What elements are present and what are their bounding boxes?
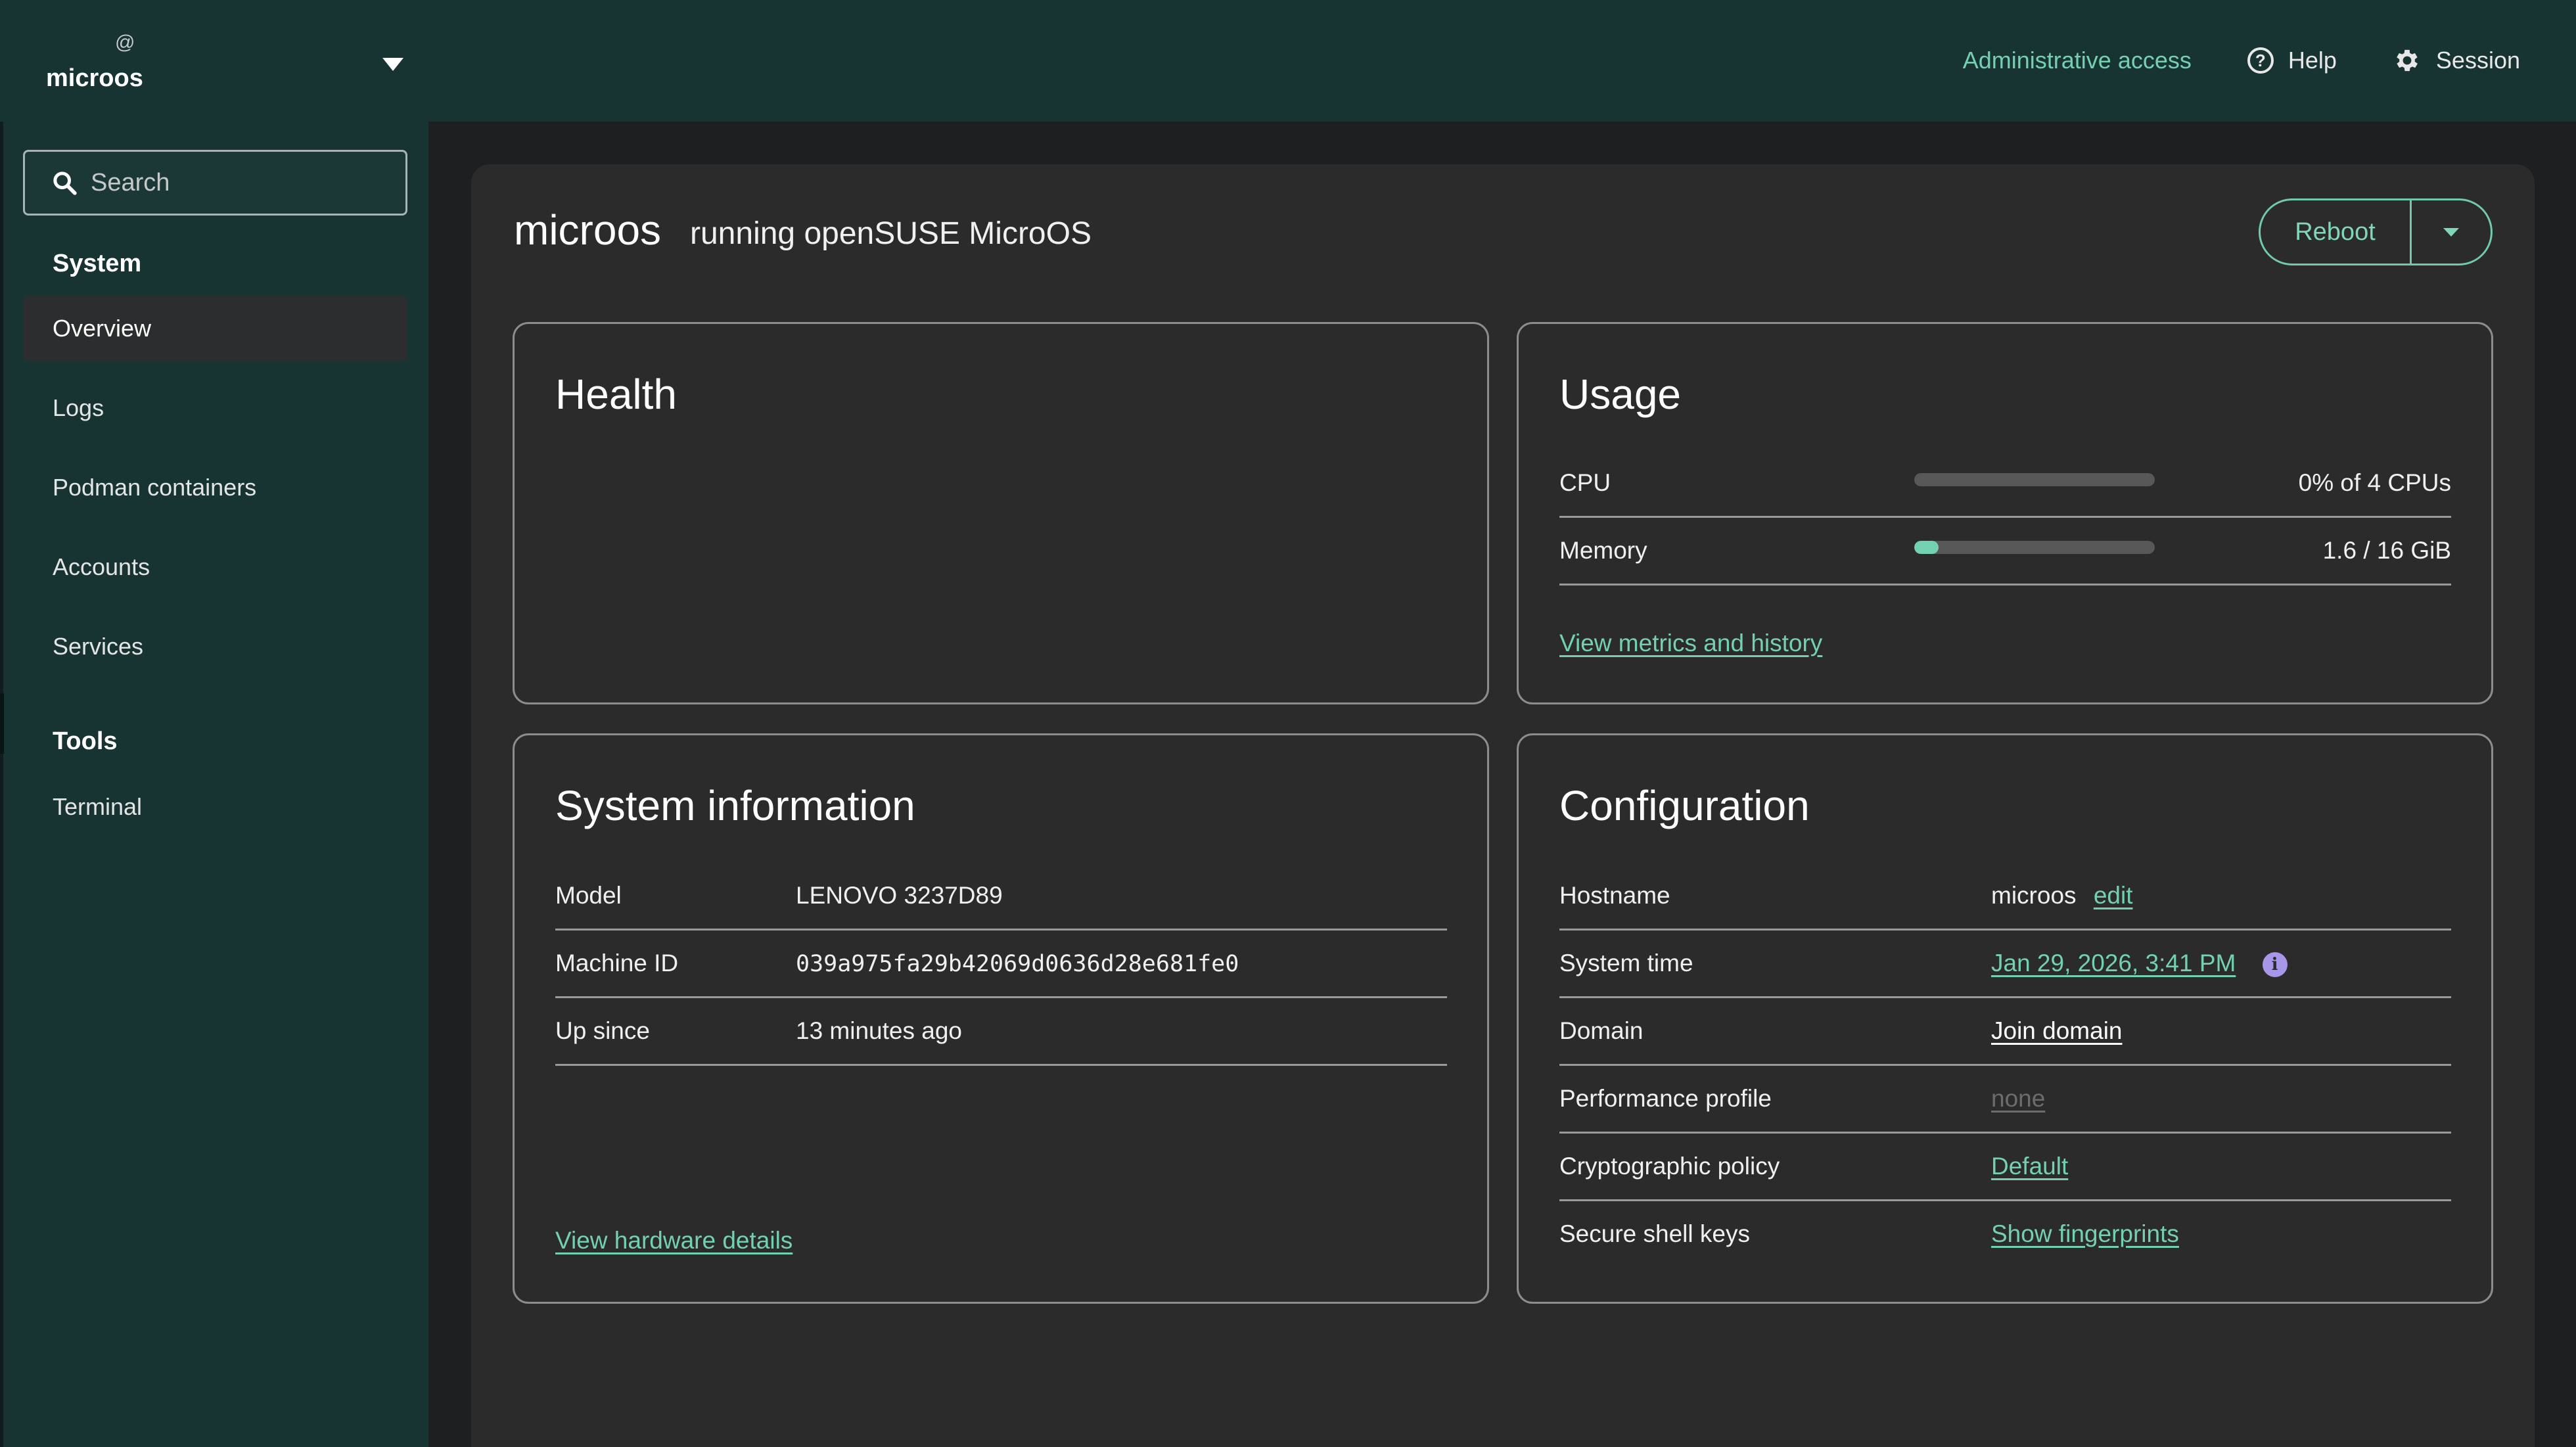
hostname-label: Hostname bbox=[1559, 882, 1670, 909]
chevron-down-icon bbox=[382, 58, 403, 71]
sidebar: System Overview Logs Podman containers A… bbox=[0, 122, 428, 1447]
sidebar-item-terminal[interactable]: Terminal bbox=[23, 774, 407, 840]
configuration-card: Configuration Hostname microos edit Syst… bbox=[1517, 733, 2493, 1304]
caret-down-icon bbox=[2443, 227, 2459, 237]
usage-card: Usage CPU 0% of 4 CPUs Memory 1.6 / 16 G… bbox=[1517, 322, 2493, 704]
sidebar-item-podman-containers[interactable]: Podman containers bbox=[23, 455, 407, 520]
secure-shell-keys-label: Secure shell keys bbox=[1559, 1220, 1750, 1247]
page-title: microos bbox=[514, 206, 662, 254]
cryptographic-policy-label: Cryptographic policy bbox=[1559, 1153, 1780, 1180]
memory-progress-fill bbox=[1914, 541, 1939, 554]
search-box[interactable] bbox=[23, 150, 407, 216]
show-fingerprints-link[interactable]: Show fingerprints bbox=[1991, 1220, 2179, 1248]
config-row-performance-profile: Performance profile none bbox=[1559, 1067, 2451, 1134]
session-button[interactable]: Session bbox=[2393, 46, 2520, 75]
host-switcher[interactable]: @ microos bbox=[0, 0, 428, 122]
health-title: Health bbox=[555, 371, 677, 418]
domain-label: Domain bbox=[1559, 1017, 1644, 1044]
cpu-progress-bar bbox=[1914, 473, 2155, 486]
config-row-secure-shell-keys: Secure shell keys Show fingerprints bbox=[1559, 1202, 2451, 1269]
sidebar-item-logs[interactable]: Logs bbox=[23, 375, 407, 441]
host-user-at: @ bbox=[115, 32, 135, 53]
cpu-label: CPU bbox=[1559, 469, 1611, 496]
help-button[interactable]: ? Help bbox=[2247, 47, 2337, 74]
system-information-card: System information Model LENOVO 3237D89 … bbox=[513, 733, 1489, 1304]
sidebar-item-accounts[interactable]: Accounts bbox=[23, 534, 407, 600]
search-icon bbox=[53, 172, 77, 195]
up-since-label: Up since bbox=[555, 1017, 650, 1044]
up-since-value: 13 minutes ago bbox=[796, 1017, 963, 1044]
memory-progress-bar bbox=[1914, 541, 2155, 554]
host-name: microos bbox=[46, 64, 143, 92]
model-value: LENOVO 3237D89 bbox=[796, 882, 1003, 909]
machine-id-value: 039a975fa29b42069d0636d28e681fe0 bbox=[796, 951, 1239, 977]
question-circle-icon: ? bbox=[2247, 47, 2274, 74]
system-information-title: System information bbox=[555, 782, 915, 829]
sysinfo-row-machine-id: Machine ID 039a975fa29b42069d0636d28e681… bbox=[555, 931, 1447, 998]
performance-profile-label: Performance profile bbox=[1559, 1085, 1772, 1112]
reboot-button[interactable]: Reboot bbox=[2261, 200, 2412, 264]
configuration-title: Configuration bbox=[1559, 782, 1810, 829]
reboot-button-group: Reboot bbox=[2259, 198, 2493, 265]
nav-section-tools: Tools bbox=[53, 727, 118, 755]
session-label: Session bbox=[2435, 47, 2520, 74]
top-actions: Administrative access ? Help Session bbox=[1963, 41, 2520, 80]
sysinfo-row-up-since: Up since 13 minutes ago bbox=[555, 999, 1447, 1066]
system-time-value-group: Jan 29, 2026, 3:41 PM i bbox=[1991, 950, 2288, 977]
config-row-cryptographic-policy: Cryptographic policy Default bbox=[1559, 1134, 2451, 1201]
view-hardware-details-link[interactable]: View hardware details bbox=[555, 1227, 793, 1254]
usage-title: Usage bbox=[1559, 371, 1681, 418]
memory-value: 1.6 / 16 GiB bbox=[2322, 537, 2451, 564]
hostname-edit-link[interactable]: edit bbox=[2094, 882, 2133, 909]
info-circle-icon[interactable]: i bbox=[2262, 952, 2288, 977]
view-metrics-link[interactable]: View metrics and history bbox=[1559, 630, 1822, 657]
health-card: Health bbox=[513, 322, 1489, 704]
usage-row-cpu: CPU 0% of 4 CPUs bbox=[1559, 451, 2451, 518]
sidebar-item-services[interactable]: Services bbox=[23, 614, 407, 679]
cpu-value: 0% of 4 CPUs bbox=[2298, 469, 2451, 496]
cockpit-app: @ microos Administrative access ? Help S… bbox=[0, 0, 2576, 1447]
sidebar-item-overview[interactable]: Overview bbox=[23, 296, 407, 361]
performance-profile-link[interactable]: none bbox=[1991, 1085, 2045, 1113]
join-domain-link[interactable]: Join domain bbox=[1991, 1017, 2123, 1045]
gear-icon bbox=[2397, 49, 2418, 72]
machine-id-label: Machine ID bbox=[555, 950, 679, 976]
config-row-domain: Domain Join domain bbox=[1559, 999, 2451, 1066]
config-row-system-time: System time Jan 29, 2026, 3:41 PM i bbox=[1559, 931, 2451, 998]
administrative-access-button[interactable]: Administrative access bbox=[1963, 47, 2192, 74]
model-label: Model bbox=[555, 882, 622, 909]
system-time-label: System time bbox=[1559, 950, 1693, 976]
hostname-value: microos bbox=[1991, 882, 2077, 909]
sidebar-marker bbox=[0, 693, 4, 754]
page-subtitle: running openSUSE MicroOS bbox=[690, 216, 1092, 251]
help-label: Help bbox=[2288, 47, 2337, 74]
hostname-value-group: microos edit bbox=[1991, 882, 2132, 909]
search-input[interactable] bbox=[91, 168, 393, 197]
cryptographic-policy-link[interactable]: Default bbox=[1991, 1153, 2068, 1180]
nav-section-system: System bbox=[53, 250, 142, 277]
sysinfo-row-model: Model LENOVO 3237D89 bbox=[555, 863, 1447, 930]
usage-row-memory: Memory 1.6 / 16 GiB bbox=[1559, 518, 2451, 586]
sidebar-edge bbox=[0, 122, 3, 1447]
top-header: @ microos Administrative access ? Help S… bbox=[0, 0, 2576, 122]
config-row-hostname: Hostname microos edit bbox=[1559, 863, 2451, 930]
memory-label: Memory bbox=[1559, 537, 1647, 564]
system-time-link[interactable]: Jan 29, 2026, 3:41 PM bbox=[1991, 950, 2236, 976]
reboot-options-toggle[interactable] bbox=[2412, 200, 2491, 264]
